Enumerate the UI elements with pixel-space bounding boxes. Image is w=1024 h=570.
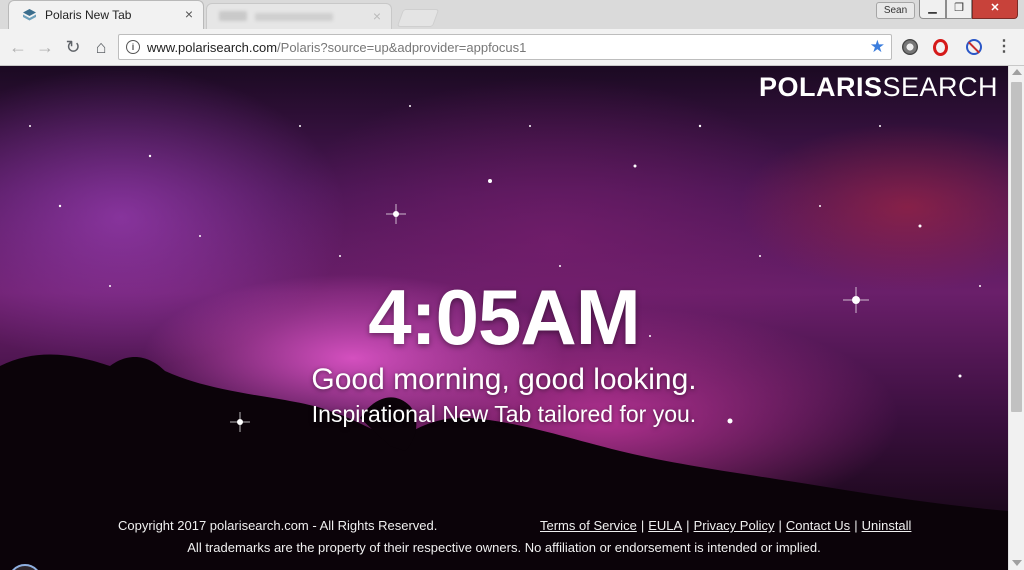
terms-link[interactable]: Terms of Service [540,518,637,533]
scroll-down-icon[interactable] [1012,560,1022,566]
page-content: POLARISSEARCH 4:05AM Good morning, good … [0,66,1008,570]
blurred-tab-title [255,13,333,21]
maximize-button[interactable]: ❐ [946,0,972,19]
eula-link[interactable]: EULA [648,518,682,533]
block-icon[interactable] [966,39,982,55]
address-bar[interactable]: i www.polarisearch.com/Polaris?source=up… [118,34,892,60]
title-bar: Polaris New Tab × × Sean ▁ ❐ ✕ [0,0,1024,29]
link-separator: | [686,518,690,533]
greeting-text: Good morning, good looking. [311,363,697,396]
reload-icon[interactable]: ↻ [61,35,85,59]
tab-polaris-new-tab[interactable]: Polaris New Tab × [8,0,204,29]
forward-icon[interactable]: → [33,35,57,59]
tab-close-icon[interactable]: × [373,8,381,24]
vertical-scrollbar[interactable] [1008,66,1024,570]
tab-blurred[interactable]: × [206,3,392,29]
link-separator: | [778,518,782,533]
star-icon[interactable]: ★ [870,37,885,57]
link-separator: | [854,518,858,533]
new-tab-button[interactable] [396,9,440,27]
minimize-button[interactable]: ▁ [919,0,946,19]
tab-title: Polaris New Tab [45,8,132,22]
back-icon[interactable]: ← [6,35,30,59]
profile-button[interactable]: Sean [876,2,915,19]
privacy-policy-link[interactable]: Privacy Policy [694,518,775,533]
close-window-button[interactable]: ✕ [972,0,1018,19]
menu-icon[interactable]: ⋮ [996,36,1012,56]
url-host: www.polarisearch.com [147,40,278,55]
trademark-disclaimer: All trademarks are the property of their… [187,540,821,555]
logo-light-text: SEARCH [882,72,998,102]
copyright-text: Copyright 2017 polarisearch.com - All Ri… [118,518,438,533]
tab-close-icon[interactable]: × [185,6,193,22]
info-icon[interactable]: i [126,40,140,54]
browser-toolbar: ← → ↻ ⌂ i www.polarisearch.com/Polaris?s… [0,29,1024,66]
extension-gear-icon[interactable] [902,39,918,55]
tagline-text: Inspirational New Tab tailored for you. [311,401,697,427]
polarisearch-logo[interactable]: POLARISSEARCH [759,72,998,103]
logo-bold-text: POLARIS [758,72,883,102]
opera-icon[interactable] [933,39,948,56]
clock-time: 4:05AM [368,273,640,361]
scroll-thumb[interactable] [1011,82,1022,412]
link-separator: | [640,518,645,533]
footer-links: Terms of Service | EULA | Privacy Policy | Con… [540,518,911,533]
url-path: /Polaris?source=up&adprovider=appfocus1 [277,40,527,55]
contact-us-link[interactable]: Contact Us [786,518,850,533]
blurred-favicon-icon [219,11,247,21]
home-icon[interactable]: ⌂ [89,35,113,59]
url-text[interactable]: www.polarisearch.com/Polaris?source=up&a… [147,40,526,55]
scroll-up-icon[interactable] [1012,69,1022,75]
uninstall-link[interactable]: Uninstall [862,518,912,533]
polaris-favicon-icon [23,9,36,21]
